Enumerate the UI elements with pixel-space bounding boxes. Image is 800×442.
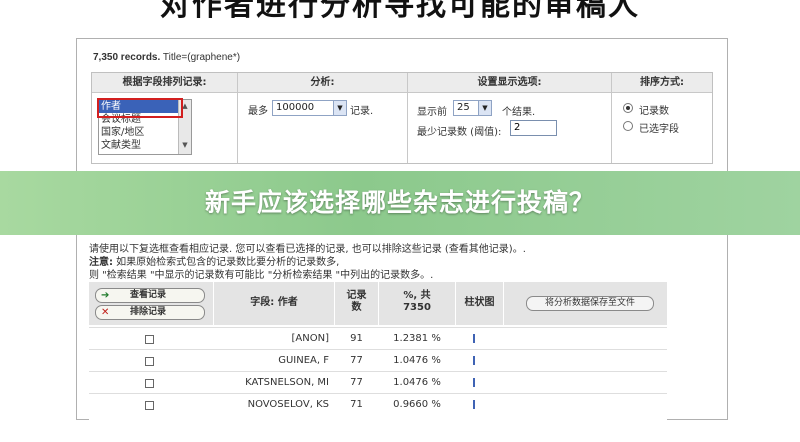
percent-header: %, 共 7350: [379, 290, 455, 314]
records-summary: 7,350 records. Title=(graphene*): [93, 52, 240, 63]
row-checkbox[interactable]: [145, 357, 154, 366]
column-divider: [611, 73, 612, 163]
table-row: GUINEA, F 77 1.0476 %: [89, 349, 667, 372]
sort-by-field-label: 已选字段: [639, 124, 679, 135]
table-row: NOVOSELOV, KS 71 0.9660 %: [89, 393, 667, 416]
chevron-down-icon[interactable]: ▼: [478, 101, 491, 115]
record-count-header: 记录 数: [335, 290, 378, 314]
max-suffix: 记录.: [350, 106, 374, 117]
show-prefix: 显示前: [417, 107, 447, 118]
exclude-records-button[interactable]: ✕ 排除记录: [95, 305, 205, 320]
percent-header-l1: %, 共: [403, 290, 431, 301]
record-count: 77: [350, 355, 363, 366]
record-count: 77: [350, 377, 363, 388]
percent-value: 0.9660 %: [393, 399, 441, 410]
instruction-line-3: 则 "检索结果 "中显示的记录数有可能比 "分析检索结果 "中列出的记录数多。.: [89, 270, 434, 281]
overlay-banner: 新手应该选择哪些杂志进行投稿？: [0, 171, 800, 235]
max-prefix: 最多: [248, 106, 268, 117]
record-count-header-l2: 数: [351, 302, 362, 313]
max-records-value: 100000: [276, 102, 315, 113]
save-to-file-button[interactable]: 将分析数据保存至文件: [526, 296, 654, 311]
bar-mark: [473, 356, 475, 365]
percent-value: 1.0476 %: [393, 355, 441, 366]
exclude-records-label: 排除记录: [130, 307, 167, 317]
display-options-header: 设置显示选项:: [408, 73, 611, 93]
query-text: Title=(graphene*): [162, 52, 241, 63]
record-count-header-l1: 记录: [346, 290, 367, 301]
min-threshold-input[interactable]: 2: [510, 120, 557, 136]
analyze-header: 分析:: [238, 73, 407, 93]
column-divider: [237, 73, 238, 163]
bar-mark: [473, 378, 475, 387]
chevron-down-icon[interactable]: ▼: [333, 101, 346, 115]
sort-by-count-label: 记录数: [639, 106, 669, 117]
sort-by-count-radio[interactable]: [623, 103, 633, 113]
author-name: [ANON]: [291, 333, 329, 344]
author-name: GUINEA, F: [278, 355, 329, 366]
record-count: 7,350 records.: [93, 52, 161, 63]
bar-chart-header: 柱状图: [464, 297, 495, 308]
row-checkbox[interactable]: [145, 335, 154, 344]
row-checkbox[interactable]: [145, 379, 154, 388]
results-table: ➔ 查看记录 ✕ 排除记录 字段: 作者 记录 数 %, 共 7350 柱状图 …: [89, 282, 667, 442]
percent-value: 1.2381 %: [393, 333, 441, 344]
percent-header-l2: 7350: [403, 302, 431, 313]
row-checkbox[interactable]: [145, 401, 154, 410]
record-count: 91: [350, 333, 363, 344]
table-row: [ANON] 91 1.2381 %: [89, 327, 667, 350]
show-count-select[interactable]: 25 ▼: [453, 100, 492, 116]
percent-value: 1.0476 %: [393, 377, 441, 388]
analyze-options-panel: 根据字段排列记录: 分析: 设置显示选项: 排序方式: 作者 会议标题 国家/地…: [91, 72, 713, 164]
sort-by-header: 排序方式:: [612, 73, 712, 93]
table-row: KATSNELSON, MI 77 1.0476 %: [89, 371, 667, 394]
record-count: 71: [350, 399, 363, 410]
bar-mark: [473, 400, 475, 409]
show-suffix: 个结果.: [502, 107, 536, 118]
column-divider: [407, 73, 408, 163]
x-mark-icon: ✕: [101, 307, 110, 318]
author-name: KATSNELSON, MI: [245, 377, 329, 388]
banner-caption: 新手应该选择哪些杂志进行投稿？: [204, 188, 595, 217]
highlight-box: [97, 98, 183, 118]
scroll-down-icon[interactable]: ▼: [179, 139, 191, 152]
rank-by-field-header: 根据字段排列记录:: [92, 73, 237, 93]
max-records-select[interactable]: 100000 ▼: [272, 100, 347, 116]
bar-mark: [473, 334, 475, 343]
min-threshold-label: 最少记录数 (阈值):: [417, 127, 502, 138]
view-records-label: 查看记录: [130, 290, 167, 300]
show-count-value: 25: [457, 102, 470, 113]
page-title: 对作者进行分析寻找可能的审稿人: [160, 0, 640, 23]
field-author-header: 字段: 作者: [250, 297, 298, 308]
author-name: NOVOSELOV, KS: [247, 399, 329, 410]
view-records-button[interactable]: ➔ 查看记录: [95, 288, 205, 303]
arrow-right-icon: ➔: [101, 290, 110, 301]
sort-by-field-radio[interactable]: [623, 121, 633, 131]
